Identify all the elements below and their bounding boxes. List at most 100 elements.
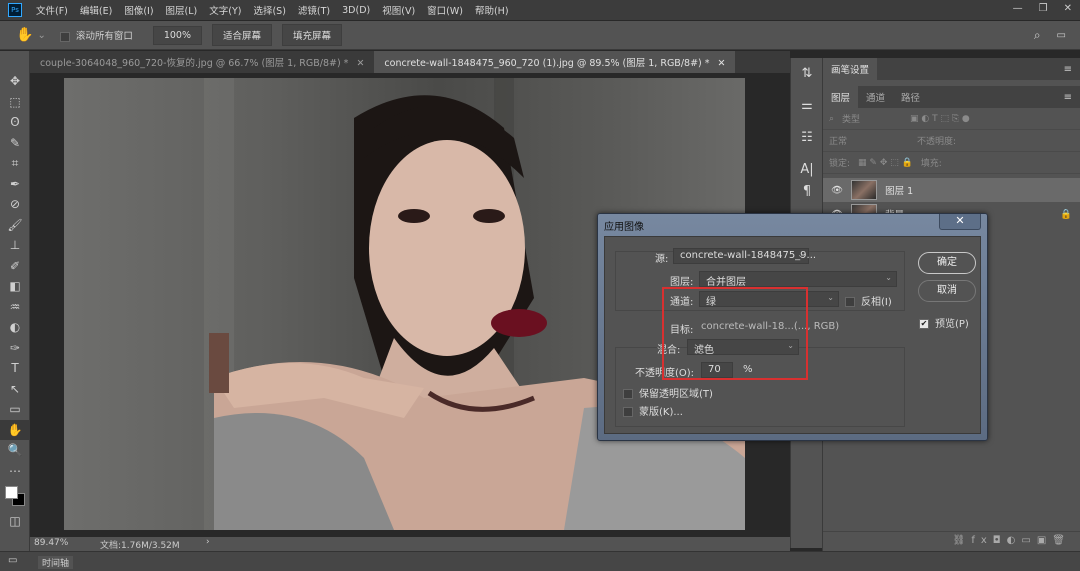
gradient-tool-icon[interactable]: ♒	[0, 297, 30, 318]
zoom-100-button[interactable]: 100%	[152, 25, 203, 45]
eraser-tool-icon[interactable]: ◧	[0, 276, 30, 297]
tab-label: couple-3064048_960_720-恢复的.jpg @ 66.7% (…	[40, 58, 349, 69]
dialog-title: 应用图像	[604, 222, 644, 233]
brush-tool-icon[interactable]: 🖌	[0, 215, 30, 236]
zoom-level[interactable]: 89.47%	[34, 538, 68, 548]
timeline-icon[interactable]: ▭	[8, 555, 17, 566]
panel-menu-icon[interactable]: ≡	[1064, 64, 1072, 75]
move-tool-icon[interactable]: ✥	[0, 71, 30, 92]
marquee-tool-icon[interactable]: ⬚	[0, 92, 30, 113]
menu-type[interactable]: 文字(Y)	[209, 3, 241, 17]
blend-mode-select[interactable]: 正常	[829, 134, 909, 147]
tab-couple[interactable]: couple-3064048_960_720-恢复的.jpg @ 66.7% (…	[30, 51, 374, 73]
scroll-all-windows-checkbox[interactable]: 滚动所有窗口	[59, 28, 133, 42]
shape-tool-icon[interactable]: ▭	[0, 399, 30, 420]
eye-icon[interactable]: 👁	[831, 185, 843, 196]
clone-source-icon[interactable]: ☷	[791, 122, 823, 154]
paragraph-icon[interactable]: ¶	[791, 176, 823, 208]
close-tab-icon[interactable]: ✕	[718, 58, 726, 69]
restore-button[interactable]: ❐	[1039, 3, 1048, 14]
type-tool-icon[interactable]: T	[0, 358, 30, 379]
search-icon[interactable]: ⌕	[1034, 28, 1041, 43]
opacity-label: 不透明度:	[917, 137, 957, 147]
tab-brush-settings[interactable]: 画笔设置	[823, 58, 878, 80]
mask-checkbox[interactable]: 蒙版(K)...	[623, 403, 683, 418]
pen-tool-icon[interactable]: ✑	[0, 338, 30, 359]
tab-channels[interactable]: 通道	[858, 86, 893, 108]
tools-panel: ✥ ⬚ ʘ ✎ ⌗ ✒ ⊘ 🖌 ⊥ ✐ ◧ ♒ ◐ ✑ T ↖ ▭ ✋ 🔍 ⋯ …	[0, 51, 30, 551]
layer-actions-bar[interactable]: ⛓fx◘◐▭▣🗑	[823, 531, 1080, 551]
fit-screen-button[interactable]: 适合屏幕	[212, 24, 273, 46]
menu-window[interactable]: 窗口(W)	[427, 3, 463, 17]
quick-mask-icon[interactable]: ◫	[0, 511, 30, 532]
chevron-down-icon[interactable]: ⌄	[37, 30, 45, 41]
close-tab-icon[interactable]: ✕	[356, 58, 364, 69]
menu-3d[interactable]: 3D(D)	[342, 5, 370, 16]
lock-label: 锁定:	[829, 159, 851, 169]
tab-layers[interactable]: 图层	[823, 86, 859, 108]
mask-label: 蒙版(K)...	[639, 407, 683, 418]
red-highlight-box	[662, 287, 808, 380]
lock-icon: 🔒	[1060, 208, 1072, 220]
tab-paths[interactable]: 路径	[893, 86, 928, 108]
timeline-panel: ▭ 时间轴	[0, 551, 1080, 571]
history-brush-tool-icon[interactable]: ✐	[0, 256, 30, 277]
preview-label: 预览(P)	[935, 319, 969, 330]
preview-checkbox[interactable]: ✔ 预览(P)	[919, 315, 969, 330]
eyedropper-tool-icon[interactable]: ✒	[0, 174, 30, 195]
menu-filter[interactable]: 滤镜(T)	[298, 3, 330, 17]
stamp-tool-icon[interactable]: ⊥	[0, 235, 30, 256]
tab-label: concrete-wall-1848475_960_720 (1).jpg @ …	[384, 58, 710, 69]
crop-tool-icon[interactable]: ⌗	[0, 153, 30, 174]
workspace-icon[interactable]: ▭	[1057, 30, 1066, 41]
source-label: 源:	[655, 254, 669, 265]
status-bar: 89.47% 文档:1.76M/3.52M ›	[30, 537, 790, 551]
search-icon: ⌕	[829, 113, 835, 124]
lock-icons[interactable]: ▦ ✎ ✥ ⬚ 🔒	[858, 158, 913, 168]
invert-checkbox[interactable]: 反相(I)	[845, 293, 892, 308]
ok-button[interactable]: 确定	[918, 252, 976, 274]
scroll-all-label: 滚动所有窗口	[75, 31, 133, 42]
layer-row-layer1[interactable]: 👁 图层 1	[823, 178, 1080, 202]
minimize-button[interactable]: —	[1013, 3, 1023, 14]
photoshop-logo: Ps	[8, 3, 22, 17]
menu-help[interactable]: 帮助(H)	[475, 3, 509, 17]
menu-edit[interactable]: 编辑(E)	[80, 3, 112, 17]
menu-image[interactable]: 图像(I)	[124, 3, 153, 17]
dialog-close-button[interactable]: ✕	[939, 214, 981, 230]
options-bar: ✋ ⌄ 滚动所有窗口 100% 适合屏幕 填充屏幕 ⌕ ▭	[0, 21, 1080, 50]
layer-name: 图层 1	[885, 186, 914, 197]
document-tabs: couple-3064048_960_720-恢复的.jpg @ 66.7% (…	[30, 51, 790, 73]
history-icon[interactable]: ⇅	[791, 58, 823, 90]
fill-screen-button[interactable]: 填充屏幕	[282, 24, 343, 46]
panel-menu-icon[interactable]: ≡	[1064, 92, 1072, 103]
quick-select-tool-icon[interactable]: ✎	[0, 133, 30, 154]
preserve-label: 保留透明区域(T)	[639, 389, 713, 400]
cancel-button[interactable]: 取消	[918, 280, 976, 302]
tab-concrete-wall[interactable]: concrete-wall-1848475_960_720 (1).jpg @ …	[374, 51, 736, 73]
menu-view[interactable]: 视图(V)	[382, 3, 415, 17]
path-select-tool-icon[interactable]: ↖	[0, 379, 30, 400]
lasso-tool-icon[interactable]: ʘ	[0, 112, 30, 133]
menu-layer[interactable]: 图层(L)	[166, 3, 198, 17]
more-tools-icon[interactable]: ⋯	[0, 461, 30, 482]
adjustments-icon[interactable]: ⚌	[791, 90, 823, 122]
source-value: concrete-wall-1848475_9...	[680, 250, 817, 261]
layer-select[interactable]: 合并图层 ⌄	[699, 271, 897, 288]
source-select[interactable]: concrete-wall-1848475_9... ⌄	[673, 248, 816, 264]
dodge-tool-icon[interactable]: ◐	[0, 317, 30, 338]
filter-icons[interactable]: ▣ ◐ T ⬚ ⎘ ●	[910, 114, 970, 124]
color-swatches[interactable]	[0, 481, 29, 511]
layer-label: 图层:	[670, 277, 694, 288]
preserve-transparency-checkbox[interactable]: 保留透明区域(T)	[623, 385, 713, 400]
menu-select[interactable]: 选择(S)	[253, 3, 285, 17]
menu-file[interactable]: 文件(F)	[36, 3, 68, 17]
status-menu-arrow-icon[interactable]: ›	[206, 537, 210, 547]
close-button[interactable]: ✕	[1064, 3, 1072, 14]
hand-tool-icon[interactable]: ✋	[0, 419, 30, 440]
hand-icon[interactable]: ✋	[16, 27, 33, 43]
timeline-tab[interactable]: 时间轴	[38, 556, 74, 569]
zoom-tool-icon[interactable]: 🔍	[0, 440, 30, 461]
layer-filter-select[interactable]: 类型	[842, 112, 902, 125]
healing-tool-icon[interactable]: ⊘	[0, 194, 30, 215]
